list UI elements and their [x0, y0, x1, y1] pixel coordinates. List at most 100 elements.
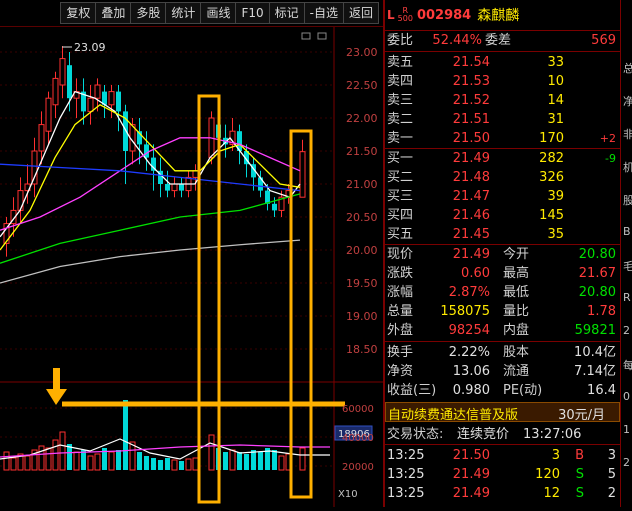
candle-body [144, 144, 149, 158]
volume-bar [52, 439, 59, 471]
asks-price: 21.54 [452, 55, 490, 70]
bids-row[interactable]: 买一 21.49 282 -9 [385, 149, 620, 168]
asks-row[interactable]: 卖四 21.53 10 [385, 72, 620, 91]
volume-bar [223, 452, 228, 470]
toolbar-remove-favorite-button[interactable]: -自选 [303, 2, 344, 24]
bids-row[interactable]: 买四 21.46 145 [385, 206, 620, 225]
stock-header: L R 500 002984 森麒麟 [385, 0, 620, 31]
kline-chart-svg[interactable]: 23.00 22.50 22.00 21.50 21.00 20.50 20.00 19.50… [0, 27, 383, 507]
bids-volume: 35 [547, 227, 564, 242]
candle-body [17, 190, 24, 211]
ad-text: 自动续费通达信普及版 [388, 408, 519, 423]
tick-price: 21.49 [452, 467, 490, 482]
candle-body [171, 183, 178, 192]
quote-label2: 最高 [503, 266, 530, 281]
annotation-arrow [46, 368, 67, 405]
volume-bar [108, 451, 115, 471]
volume-bar [59, 431, 66, 471]
chart-settings-icon [301, 32, 311, 40]
bids-volume: 39 [547, 189, 564, 204]
quote-value2: 21.67 [578, 266, 616, 281]
candle-body [59, 58, 66, 86]
side-strip-char: 2 [623, 324, 630, 337]
ad-banner[interactable]: 自动续费通达信普及版 30元/月 [385, 402, 620, 423]
quote-label: 外盘 [387, 323, 414, 338]
quote-label: 现价 [387, 247, 414, 262]
tick-time: 13:25 [387, 467, 425, 482]
asks-row[interactable]: 卖五 21.54 33 [385, 53, 620, 72]
high-price-label: 23.09 [74, 41, 106, 54]
volume-bar [165, 458, 170, 470]
toolbar-overlay-button[interactable]: 叠加 [95, 2, 132, 24]
bids-volume: 282 [539, 151, 564, 166]
asks-volume: 31 [547, 112, 564, 127]
side-strip-char: B [623, 225, 631, 238]
l-flag: L [387, 8, 395, 22]
volume-bar [137, 452, 142, 470]
fund-value2: 7.14亿 [574, 364, 616, 379]
bids-row[interactable]: 买五 21.45 35 [385, 225, 620, 244]
candle-body [31, 150, 38, 185]
side-strip-char: 毛 [623, 260, 632, 273]
asks-row[interactable]: 卖一 21.50 170 +2 [385, 129, 620, 148]
candle-body [45, 97, 52, 132]
volume-bars [3, 400, 306, 471]
chart-toolbar: 复权 叠加 多股 统计 画线 F10 标记 -自选 返回 [0, 0, 383, 27]
kline-chart-area[interactable]: 23.00 22.50 22.00 21.50 21.00 20.50 20.00 19.50… [0, 27, 383, 507]
bids-row[interactable]: 买二 21.48 326 [385, 168, 620, 187]
volume-bar [299, 447, 306, 471]
high-price-marker: 23.09 [62, 41, 106, 54]
side-strip-char: 0 [623, 390, 630, 403]
candle-body [38, 124, 45, 152]
order-diff-label: 委差 [485, 33, 512, 48]
quote-label2: 今开 [503, 247, 530, 262]
toolbar-f10-button[interactable]: F10 [235, 2, 270, 24]
volume-bar [278, 455, 285, 471]
order-diff-value: 569 [591, 33, 616, 48]
bids-label: 买三 [387, 189, 414, 204]
asks-price: 21.52 [452, 93, 490, 108]
asks-row[interactable]: 卖二 21.51 31 [385, 110, 620, 129]
toolbar-back-button[interactable]: 返回 [342, 2, 379, 24]
price-tick-label: 21.50 [346, 145, 378, 158]
r-flag: R 500 [397, 6, 413, 23]
toolbar-stats-button[interactable]: 统计 [165, 2, 202, 24]
volume-bar [185, 458, 192, 471]
toolbar-fuquan-button[interactable]: 复权 [60, 2, 97, 24]
volume-bar [151, 458, 156, 470]
bids-volume: 326 [539, 170, 564, 185]
quote-value2: 59821 [574, 323, 616, 338]
candlesticks [3, 46, 306, 257]
fund-label2: 流通 [503, 364, 530, 379]
candle-body [67, 65, 72, 99]
volume-bar [251, 450, 256, 470]
fund-value: 0.980 [452, 383, 490, 398]
volume-bar [192, 457, 199, 471]
bids-label: 买一 [387, 151, 414, 166]
toolbar-multi-stock-button[interactable]: 多股 [130, 2, 167, 24]
asks-volume: 33 [547, 55, 564, 70]
candle-body [52, 77, 59, 106]
side-strip-char: 2 [623, 456, 630, 469]
toolbar-draw-line-button[interactable]: 画线 [200, 2, 237, 24]
side-strip-char: 股 [623, 194, 632, 207]
quote-row: 现价 21.49 今开 20.80 [385, 245, 620, 264]
candle-body [116, 91, 121, 112]
asks-row[interactable]: 卖三 21.52 14 [385, 91, 620, 110]
chart-expand-icon [317, 32, 327, 40]
price-tick-label: 20.50 [346, 211, 378, 224]
fund-label2: 股本 [503, 345, 530, 360]
asks-label: 卖四 [387, 74, 414, 89]
bids-row[interactable]: 买三 21.47 39 [385, 187, 620, 206]
volume-bar [73, 451, 80, 471]
tick-price: 21.50 [452, 448, 490, 463]
quote-value2: 1.78 [587, 304, 616, 319]
toolbar-mark-button[interactable]: 标记 [268, 2, 305, 24]
asks-price: 21.51 [452, 112, 490, 127]
fund-row: 收益(三) 0.980 PE(动) 16.4 [385, 381, 620, 400]
side-strip-char: 机 [623, 161, 632, 174]
quote-label: 涨跌 [387, 266, 414, 281]
candle-body [272, 203, 277, 211]
tick-volume: 3 [551, 448, 560, 463]
volume-tick-40000: 40000 [342, 433, 374, 444]
